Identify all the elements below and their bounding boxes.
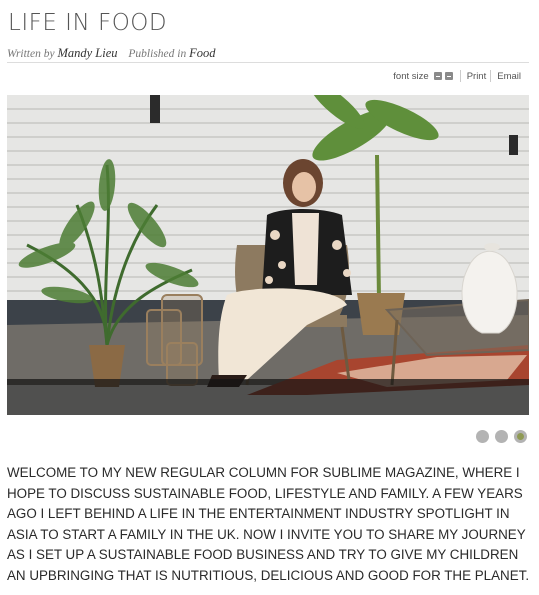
divider (490, 70, 492, 82)
section-link[interactable]: Food (189, 46, 215, 60)
print-link[interactable]: Print (467, 71, 487, 82)
article-intro: WELCOME TO MY NEW REGULAR COLUMN FOR SUB… (7, 465, 530, 583)
slide-dot-3-active[interactable] (514, 430, 527, 443)
caption-bar (7, 379, 529, 415)
title-divider (7, 62, 529, 63)
byline: Written by Mandy Lieu Published in Food (7, 46, 216, 61)
written-by-label: Written by (7, 48, 55, 60)
page-title: LIFE IN FOOD (8, 10, 168, 36)
author-link[interactable]: Mandy Lieu (57, 46, 117, 60)
increase-font-icon[interactable] (444, 72, 453, 80)
slideshow-pagination (470, 430, 527, 443)
font-size-label: font size (393, 70, 429, 82)
divider (459, 70, 461, 82)
decrease-font-icon[interactable] (433, 72, 442, 80)
published-in-label: Published in (128, 48, 187, 60)
slideshow-image[interactable] (7, 95, 529, 415)
slide-dot-1[interactable] (476, 430, 489, 443)
slide-dot-2[interactable] (495, 430, 508, 443)
email-link[interactable]: Email (497, 71, 521, 82)
article-tools: font size Print Email (393, 69, 521, 83)
rooftop-photo (7, 95, 529, 415)
